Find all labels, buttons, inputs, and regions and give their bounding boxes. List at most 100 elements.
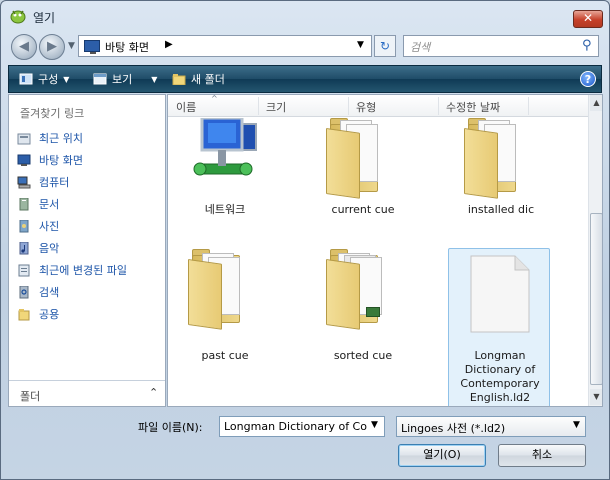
close-button[interactable]: ✕ [573, 10, 603, 28]
file-item-label: installed dic [467, 203, 535, 216]
folder-item-installed-dic[interactable]: installed dic [450, 118, 552, 218]
cancel-button-label: 취소 [531, 448, 553, 461]
filetype-value[interactable]: Lingoes 사전 (*.ld2) [401, 422, 505, 435]
recently-changed-icon [18, 264, 30, 276]
close-icon: ✕ [582, 11, 594, 25]
search-icon[interactable]: ⚲ [582, 38, 592, 53]
title-bar: 열기 ✕ [1, 1, 609, 31]
nav-item-recent-places[interactable]: 최근 위치 [17, 130, 83, 146]
search-box[interactable]: 검색 ⚲ [403, 35, 599, 57]
nav-item-computer[interactable]: 컴퓨터 [17, 174, 69, 190]
file-list-pane: 이름 ^ 크기 유형 수정한 날짜 네트워크 current cue insta… [167, 94, 603, 407]
address-bar[interactable]: 바탕 화면 ▶ ▼ [78, 35, 372, 57]
nav-item-label: 음악 [39, 242, 60, 255]
filename-label: 파일 이름(N): [138, 421, 203, 434]
vertical-scrollbar[interactable]: ▲ ▼ [588, 95, 602, 406]
column-divider[interactable] [348, 97, 349, 115]
file-item-label: 네트워크 [204, 203, 246, 216]
filetype-select[interactable]: Lingoes 사전 (*.ld2) [396, 416, 586, 437]
refresh-button[interactable]: ↻ [374, 35, 396, 57]
filetype-dropdown-icon[interactable]: ▼ [573, 420, 580, 430]
nav-item-label: 검색 [39, 286, 60, 299]
filename-field[interactable]: Longman Dictionary of Co [219, 416, 385, 437]
chevron-down-icon: ▼ [151, 74, 158, 84]
filename-dropdown-icon[interactable]: ▼ [371, 420, 378, 430]
folder-item-sorted-cue[interactable]: sorted cue [312, 247, 414, 367]
column-divider[interactable] [438, 97, 439, 115]
address-location[interactable]: 바탕 화면 [105, 39, 149, 55]
navigation-pane: 즐겨찾기 링크 최근 위치 바탕 화면 컴퓨터 문서 사진 음악 최근에 변경된… [8, 94, 166, 407]
pictures-icon [19, 219, 29, 232]
filename-value[interactable]: Longman Dictionary of Co [224, 420, 367, 433]
nav-item-recently-changed[interactable]: 최근에 변경된 파일 [17, 262, 127, 278]
sort-ascending-icon: ^ [211, 94, 218, 103]
scroll-up-icon[interactable]: ▲ [590, 95, 602, 111]
forward-arrow-icon: ▶ [47, 39, 57, 54]
address-dropdown-icon[interactable]: ▼ [357, 40, 364, 50]
folder-item-current-cue[interactable]: current cue [312, 118, 414, 218]
nav-item-music[interactable]: 음악 [17, 240, 59, 256]
search-placeholder[interactable]: 검색 [410, 39, 430, 55]
column-divider[interactable] [258, 97, 259, 115]
searches-icon [19, 285, 29, 298]
file-item-label: sorted cue [333, 349, 393, 362]
view-icon [93, 73, 107, 85]
back-arrow-icon: ◀ [19, 39, 29, 54]
computer-icon [17, 176, 31, 188]
folder-icon [326, 249, 386, 330]
folders-toggle-label[interactable]: 폴더 [20, 388, 40, 404]
scrollbar-thumb[interactable] [590, 213, 602, 385]
column-divider[interactable] [528, 97, 529, 115]
column-size[interactable]: 크기 [266, 99, 286, 115]
file-item-network[interactable]: 네트워크 [174, 118, 276, 218]
folder-item-past-cue[interactable]: past cue [174, 247, 276, 367]
nav-item-documents[interactable]: 문서 [17, 196, 59, 212]
folder-icon [326, 118, 386, 199]
nav-pane-divider [9, 380, 165, 381]
chevron-up-icon[interactable]: ⌃ [149, 386, 158, 399]
folder-icon [464, 118, 524, 199]
help-button[interactable]: ? [580, 71, 596, 87]
nav-item-label: 사진 [39, 220, 60, 233]
file-item-label: Longman Dictionary of Contemporary Engli… [460, 349, 540, 404]
refresh-icon: ↻ [379, 39, 391, 53]
app-icon [10, 10, 26, 24]
recent-places-icon [17, 133, 31, 144]
help-icon: ? [584, 73, 592, 86]
new-folder-label: 새 폴더 [191, 73, 225, 86]
open-button-label: 열기(O) [423, 448, 461, 461]
nav-item-searches[interactable]: 검색 [17, 284, 59, 300]
desktop-icon [17, 154, 31, 166]
file-item-longman-ld2[interactable]: Longman Dictionary of Contemporary Engli… [448, 248, 550, 406]
nav-item-desktop[interactable]: 바탕 화면 [17, 152, 83, 168]
documents-icon [19, 197, 29, 210]
organize-label: 구성 [38, 73, 59, 86]
file-item-label: past cue [201, 349, 249, 362]
favorite-links-heading: 즐겨찾기 링크 [20, 107, 85, 120]
view-label: 보기 [112, 73, 133, 86]
nav-item-label: 최근 위치 [39, 132, 83, 145]
column-type[interactable]: 유형 [356, 99, 376, 115]
forward-button[interactable]: ▶ [39, 34, 65, 60]
new-folder-button[interactable]: 새 폴더 [172, 71, 225, 87]
document-file-icon [470, 255, 530, 333]
new-folder-icon [172, 74, 186, 85]
recent-pages-dropdown-icon[interactable]: ▼ [68, 41, 75, 51]
scroll-down-icon[interactable]: ▼ [590, 389, 602, 405]
back-button[interactable]: ◀ [11, 34, 37, 60]
nav-item-label: 바탕 화면 [39, 154, 83, 167]
view-menu-button[interactable]: 보기 ▼ [93, 71, 157, 87]
column-name[interactable]: 이름 [176, 99, 196, 115]
nav-item-public[interactable]: 공용 [17, 306, 59, 322]
nav-item-pictures[interactable]: 사진 [17, 218, 59, 234]
open-button[interactable]: 열기(O) [398, 444, 486, 467]
column-date-modified[interactable]: 수정한 날짜 [446, 99, 500, 115]
window-title: 열기 [33, 11, 56, 25]
file-item-label: current cue [331, 203, 395, 216]
music-icon [19, 241, 29, 254]
organize-menu-button[interactable]: 구성 ▼ [19, 71, 69, 87]
breadcrumb-chevron-icon[interactable]: ▶ [165, 39, 173, 50]
cancel-button[interactable]: 취소 [498, 444, 586, 467]
network-icon [193, 118, 257, 176]
nav-item-label: 컴퓨터 [39, 176, 70, 189]
